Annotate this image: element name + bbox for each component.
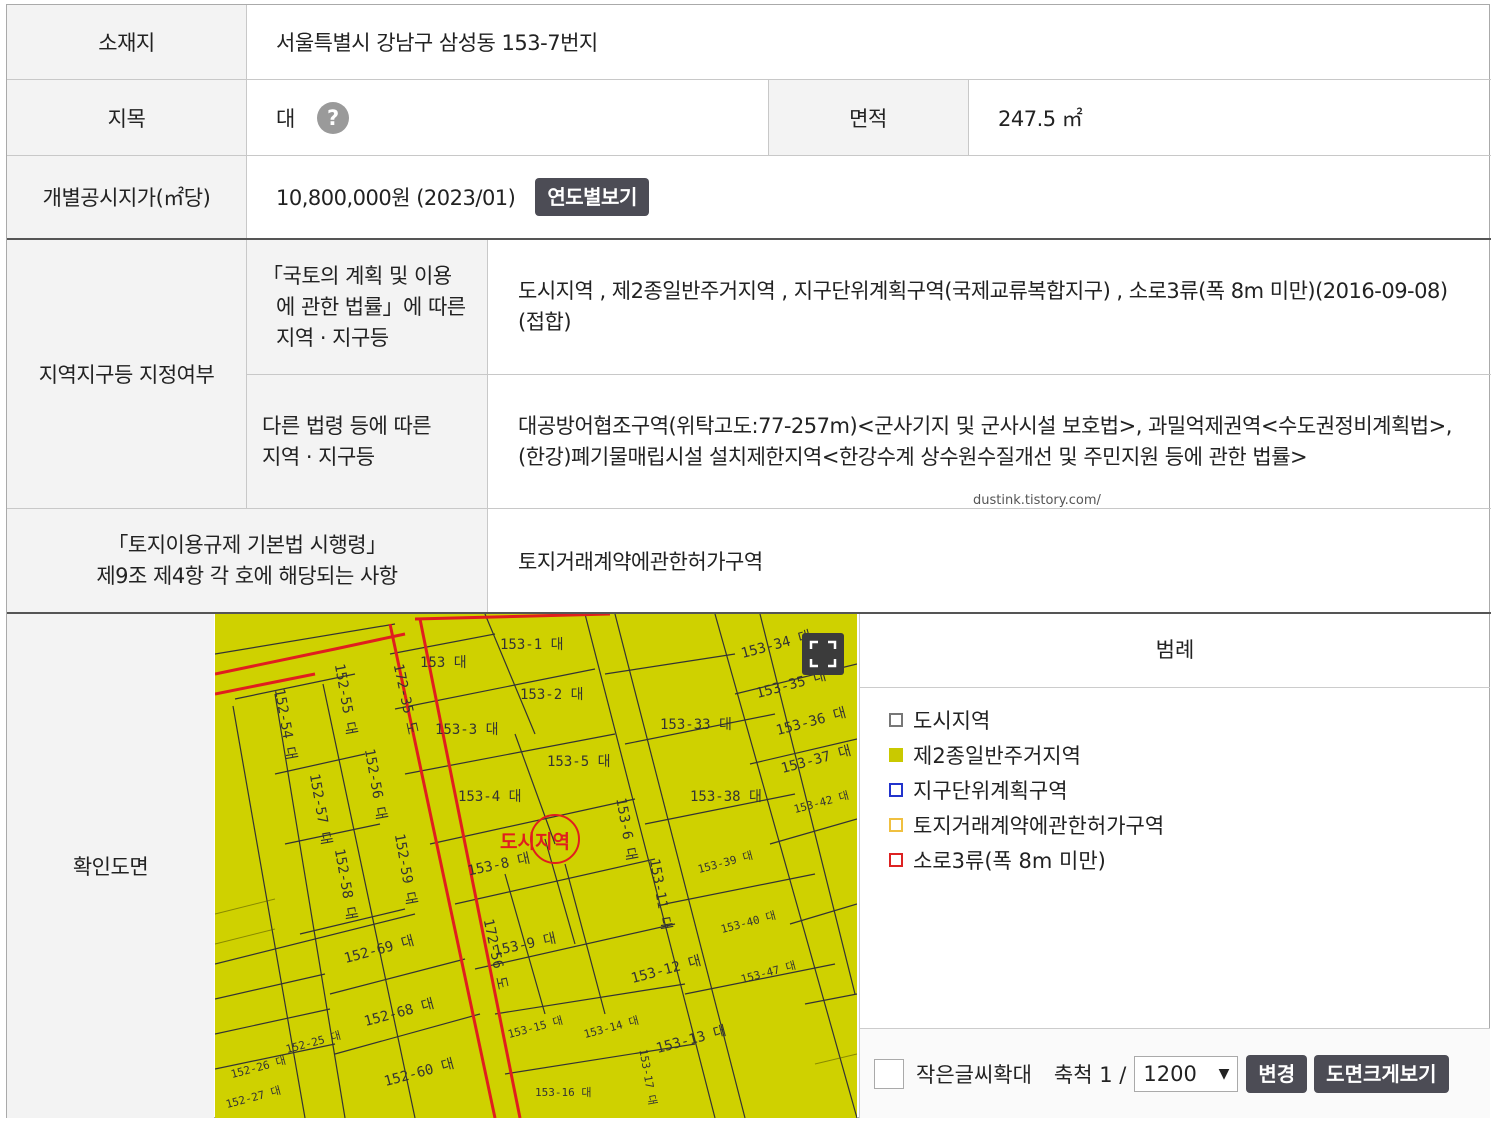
price-value-cell: 10,800,000원 (2023/01) 연도별보기 [246,156,1490,238]
zoning-sub1-label-line3: 지역 · 지구등 [276,325,389,350]
enlarge-label: 작은글씨확대 [916,1062,1032,1087]
location-value: 서울특별시 강남구 삼성동 153-7번지 [276,31,598,55]
land-use-table: 소재지 서울특별시 강남구 삼성동 153-7번지 지목 대 ? 면적 247.… [6,4,1491,1118]
legend-item-district-plan: 지구단위계획구역 [889,772,1490,807]
legend-item-urban: 도시지역 [889,702,1490,737]
zoning-sub2-label-line2: 지역 · 지구등 [262,444,375,469]
legend-label: 제2종일반주거지역 [913,743,1081,768]
legend-swatch [889,782,903,797]
lot-label: 153-33 대 [660,717,732,733]
jimok-value: 대 [276,106,295,131]
jimok-value-cell: 대 ? [246,80,768,155]
legend-label: 지구단위계획구역 [913,778,1068,803]
zoning-sub1-value: 도시지역 , 제2종일반주거지역 , 지구단위계획구역(국제교류복합지구) , … [518,279,1448,334]
enforcement-label: 「토지이용규제 기본법 시행령」 제9조 제4항 각 호에 해당되는 사항 [7,509,487,612]
scale-select[interactable]: 1200 ▼ [1134,1055,1239,1092]
chevron-down-icon: ▼ [1218,1065,1230,1082]
yearly-view-button[interactable]: 연도별보기 [535,178,649,216]
map-label: 확인도면 [7,614,214,1118]
lot-label: 153-4 대 [458,789,522,805]
help-icon[interactable]: ? [316,101,349,134]
enforcement-value: 토지거래계약에관한허가구역 [518,549,763,574]
lot-label: 153-5 대 [547,754,611,770]
lot-label: 153-1 대 [500,637,564,653]
scale-label: 축척 1 / [1053,1062,1127,1087]
zoning-label: 지역지구등 지정여부 [7,240,246,508]
scale-value: 1200 [1143,1061,1197,1086]
legend-panel: 범례 도시지역 제2종일반주거지역 지구단위계획구역 토지거래계약에관한허가구역… [859,614,1490,1118]
legend-label: 소로3류(폭 8m 미만) [913,848,1106,873]
zoning-sub1-label-line2: 에 관한 법률」에 따른 [276,294,466,319]
enlarge-checkbox[interactable] [874,1058,904,1089]
legend-swatch [889,712,903,727]
zoning-sub2-label-line1: 다른 법령 등에 따른 [262,413,432,438]
legend-item-residential: 제2종일반주거지역 [889,737,1490,772]
legend-swatch [889,747,903,762]
lot-label: 153-2 대 [520,687,584,703]
area-value: 247.5 ㎡ [998,106,1083,131]
legend-title: 범례 [860,614,1490,688]
change-scale-button[interactable]: 변경 [1246,1054,1308,1093]
watermark: dustink.tistory.com/ [973,493,1101,508]
zoning-sub2-label: 다른 법령 등에 따른 지역 · 지구등 [246,375,487,508]
legend-label: 토지거래계약에관한허가구역 [913,813,1165,838]
zoning-sub1-label: 「국토의 계획 및 이용 에 관한 법률」에 따른 지역 · 지구등 [246,240,487,374]
price-value: 10,800,000원 (2023/01) [276,186,516,210]
fullscreen-icon[interactable] [802,633,844,675]
enforcement-label-line2: 제9조 제4항 각 호에 해당되는 사항 [96,563,398,588]
legend-label: 도시지역 [913,708,991,733]
zoning-sub1-label-line1: 「국토의 계획 및 이용 [262,263,452,288]
price-label: 개별공시지가(㎡당) [7,156,246,238]
location-label: 소재지 [7,5,246,79]
legend-swatch [889,817,903,832]
big-map-view-button[interactable]: 도면크게보기 [1314,1054,1449,1093]
enforcement-label-line1: 「토지이용규제 기본법 시행령」 [107,532,387,557]
area-label: 면적 [768,80,968,155]
legend-list: 도시지역 제2종일반주거지역 지구단위계획구역 토지거래계약에관한허가구역 소로… [860,688,1490,877]
lot-label: 153-16 대 [535,1086,592,1099]
legend-swatch [889,852,903,867]
legend-item-permit-zone: 토지거래계약에관한허가구역 [889,807,1490,842]
center-zone-label: 도시지역 [500,831,570,853]
zoning-sub2-value: 대공방어협조구역(위탁고도:77-257m)<군사기지 및 군사시설 보호법>,… [518,413,1452,469]
lot-label: 153-38 대 [690,789,762,805]
lot-label: 153 대 [420,655,467,671]
lot-label: 153-3 대 [435,722,499,738]
map-controls: 작은글씨확대 축척 1 / 1200 ▼ 변경 도면크게보기 [860,1028,1490,1118]
legend-item-road: 소로3류(폭 8m 미만) [889,842,1490,877]
jimok-label: 지목 [7,80,246,155]
cadastral-map[interactable]: 153 대 153-1 대 153-2 대 153-3 대 153-5 대 15… [215,614,857,1118]
